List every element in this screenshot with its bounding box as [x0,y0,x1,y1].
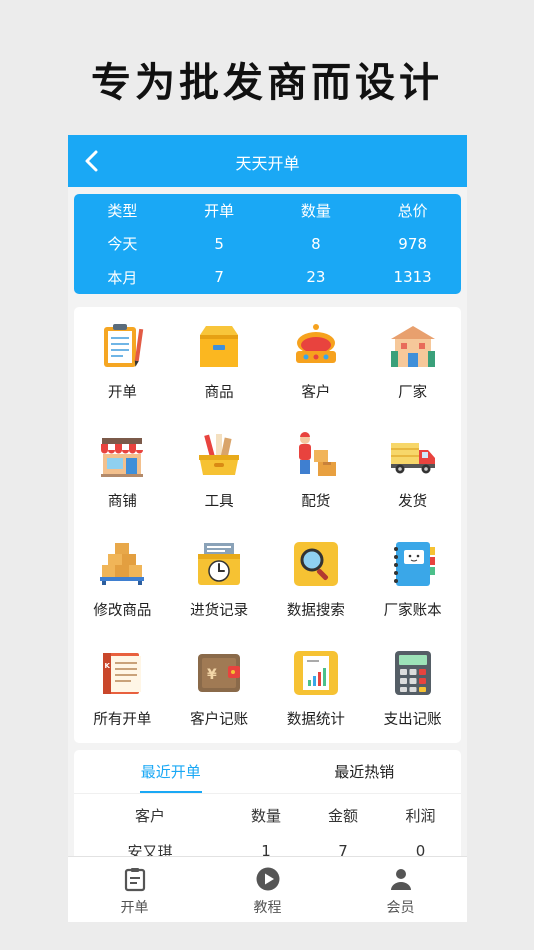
box-icon [200,326,239,367]
menu-item-data-search[interactable]: 数据搜索 [268,525,365,634]
menu-item-customers[interactable]: 客户 [268,307,365,416]
app-screen: 天天开单 类型 开单 数量 总价 今天 5 8 978 本月 7 23 1313 [68,135,467,922]
stats-cell: 5 [214,234,224,253]
menu-item-label: 配货 [301,494,331,510]
stacked-boxes-icon [100,543,145,585]
column-header: 数量 [250,806,281,825]
menu-item-tools[interactable]: 工具 [171,416,268,525]
menu-item-create-order[interactable]: 开单 [74,307,171,416]
navigation-bar: 天天开单 [68,135,467,187]
column-header: 利润 [405,806,436,825]
tabbar-label: 会员 [386,900,415,916]
delivery-man-icon [298,432,336,476]
stats-cell: 本月 [107,268,138,287]
bottom-tab-bar: 开单 教程 会员 [68,856,467,922]
storefront-icon [101,438,144,477]
stats-row-month: 本月 7 23 1313 [74,261,461,294]
menu-item-products[interactable]: 商品 [171,307,268,416]
menu-item-label: 商品 [204,385,234,401]
menu-item-label: 客户 [301,385,331,401]
stats-cell: 1313 [393,268,432,287]
column-header: 客户 [134,806,165,825]
menu-item-supplier-ledger[interactable]: 厂家账本 [364,525,461,634]
menu-item-label: 支出记账 [383,712,442,728]
stats-header: 开单 [204,202,235,221]
clipboard-icon [104,324,144,367]
stats-cell: 7 [214,268,224,287]
notebook-icon [393,542,435,586]
stats-header-row: 类型 开单 数量 总价 [74,194,461,227]
menu-item-label: 数据搜索 [286,603,345,619]
tabbar-item-tutorial[interactable]: 教程 [201,857,334,922]
svg-text:K: K [105,662,111,670]
menu-item-ship[interactable]: 发货 [364,416,461,525]
menu-item-label: 厂家 [398,385,428,401]
stats-header: 总价 [397,202,428,221]
book-icon: K [103,653,142,694]
calculator-icon [394,651,431,695]
toolbox-icon [199,434,240,475]
stats-cell: 23 [306,268,326,287]
stats-header: 数量 [300,202,331,221]
stats-summary: 类型 开单 数量 总价 今天 5 8 978 本月 7 23 1313 [74,194,461,294]
menu-item-expense-accounts[interactable]: 支出记账 [364,634,461,743]
menu-item-label: 厂家账本 [383,603,442,619]
menu-item-shop[interactable]: 商铺 [74,416,171,525]
menu-item-customer-accounts[interactable]: ¥ 客户记账 [171,634,268,743]
menu-item-all-orders[interactable]: K 所有开单 [74,634,171,743]
wallet-icon: ¥ [198,654,241,692]
svg-text:¥: ¥ [207,667,217,683]
chart-document-icon [293,651,338,695]
menu-item-purchase-records[interactable]: 进货记录 [171,525,268,634]
user-icon [390,869,411,890]
stats-cell: 978 [398,234,427,253]
column-header: 金额 [327,806,358,825]
menu-item-label: 发货 [398,494,428,510]
magnifier-icon [293,542,338,586]
play-circle-icon [256,867,279,891]
menu-item-suppliers[interactable]: 厂家 [364,307,461,416]
tabbar-item-orders[interactable]: 开单 [68,857,201,922]
factory-icon [390,326,435,367]
menu-item-label: 修改商品 [93,603,152,619]
stats-header: 类型 [107,202,138,221]
tab-recent-orders[interactable]: 最近开单 [74,750,268,793]
menu-item-label: 商铺 [107,494,137,510]
menu-item-label: 开单 [107,385,137,401]
menu-item-label: 进货记录 [190,603,249,619]
truck-icon [390,443,435,474]
tabbar-label: 教程 [253,900,282,916]
clipboard-icon [124,868,145,892]
menu-item-label: 客户记账 [190,712,249,728]
stats-cell: 8 [311,234,321,253]
menu-item-label: 工具 [204,494,234,510]
function-grid: 开单 商品 客户 厂家 商铺 工具 配货 发货 修改商品 进货记录 数据搜索 厂… [74,307,461,743]
orders-tabs: 最近开单 最近热销 [74,750,461,794]
orders-table-header: 客户 数量 金额 利润 [74,794,461,836]
menu-item-allocate[interactable]: 配货 [268,416,365,525]
stats-cell: 今天 [107,235,138,254]
menu-item-label: 所有开单 [93,712,152,728]
menu-item-edit-products[interactable]: 修改商品 [74,525,171,634]
tab-hot-sales[interactable]: 最近热销 [268,750,462,793]
tabbar-label: 开单 [120,900,149,916]
tabbar-item-member[interactable]: 会员 [334,857,467,922]
menu-item-label: 数据统计 [286,712,345,728]
stats-row-today: 今天 5 8 978 [74,227,461,260]
clock-folder-icon [198,543,241,585]
menu-item-statistics[interactable]: 数据统计 [268,634,365,743]
crown-icon [295,324,336,363]
promo-title: 专为批发商而设计 [91,60,443,106]
page-title: 天天开单 [235,154,300,173]
